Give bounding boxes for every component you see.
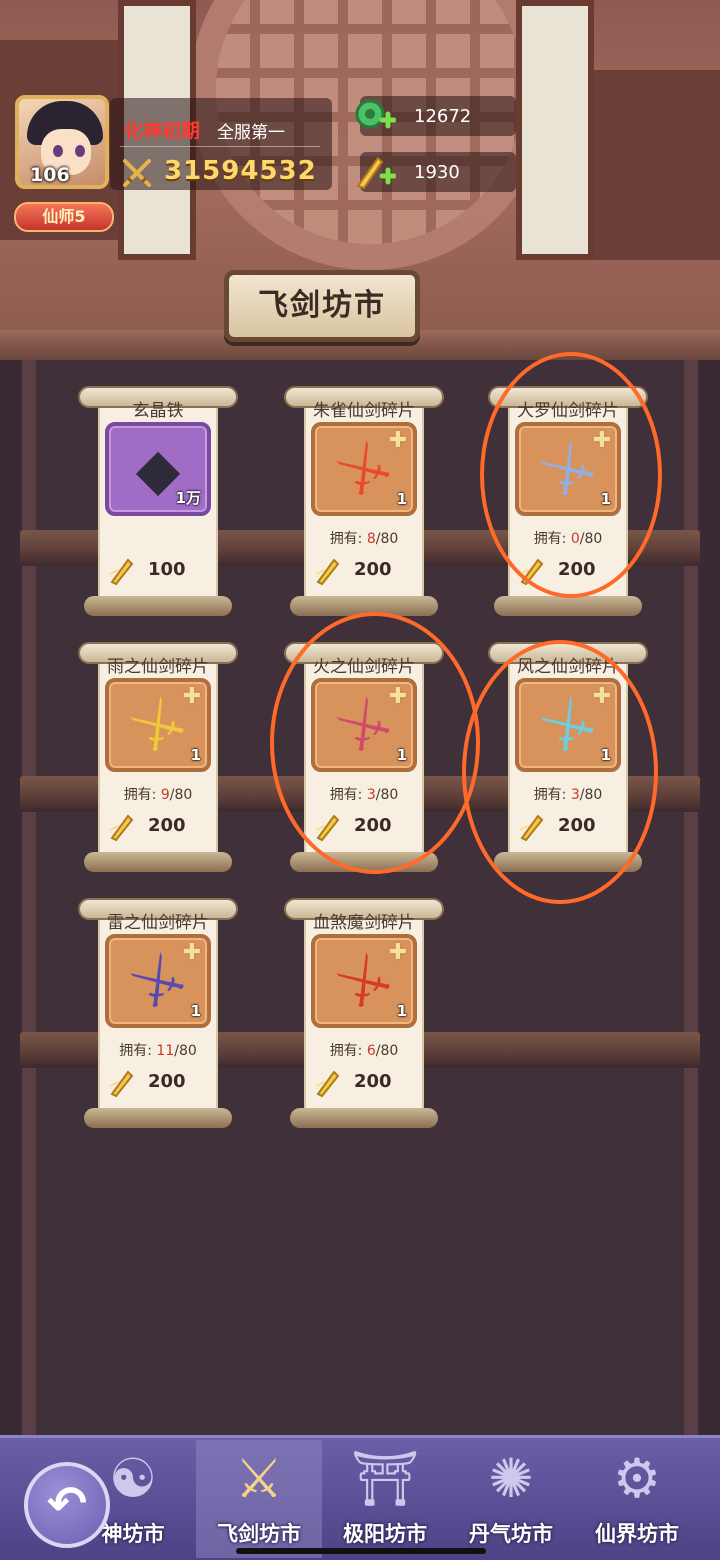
sword-currency-amount: 1930 — [414, 162, 460, 183]
shop-title: 飞剑坊市 — [258, 288, 386, 323]
item-quantity: 1 — [396, 1002, 407, 1020]
buy-price-button[interactable]: 200 — [314, 554, 414, 588]
rank-badge[interactable]: 仙师5 — [14, 202, 114, 232]
owned-label: 拥有: — [123, 787, 157, 803]
owned-max: /80 — [174, 1043, 197, 1059]
bookshelf-right — [590, 70, 720, 260]
info-divider — [120, 146, 320, 147]
item-icon-frame[interactable]: ⚔ ✚ 1 — [311, 422, 417, 516]
owned-value: 9 — [160, 787, 170, 803]
owned-max: /80 — [169, 787, 193, 803]
owned-count: 拥有: 6/80 — [284, 1040, 444, 1060]
shop-item-card[interactable]: 玄晶铁 ◆ 1万 100 — [78, 386, 238, 616]
scroll-roller-bottom — [494, 596, 642, 616]
item-name: 玄晶铁 — [132, 401, 184, 421]
owned-max: /80 — [375, 1043, 399, 1059]
annotation-circle — [270, 612, 480, 874]
shop-title-sign: 飞剑坊市 — [224, 270, 420, 342]
flying-sword-shop-icon: ⚔ — [234, 1447, 284, 1510]
tab-label: 极阳坊市 — [343, 1522, 427, 1546]
tab-label: 仙界坊市 — [595, 1522, 679, 1546]
crossed-swords-icon — [123, 159, 151, 187]
flying-sword-currency-plus-icon[interactable] — [352, 152, 396, 192]
pavilion-shop-icon: ⛩ — [350, 1447, 420, 1510]
flame-orb-shop-icon: ✺ — [488, 1447, 534, 1510]
hanging-scroll-right — [516, 0, 594, 260]
item-quantity: 1 — [190, 1002, 201, 1020]
owned-value: 11 — [156, 1043, 175, 1059]
flying-sword-currency-icon — [109, 814, 134, 842]
owned-count: 拥有: 11/80 — [78, 1040, 238, 1060]
item-name: 朱雀仙剑碎片 — [313, 401, 415, 421]
item-quantity: 1万 — [175, 489, 201, 507]
buy-price-button[interactable]: 200 — [108, 1066, 208, 1100]
buy-price-button[interactable]: 200 — [314, 1066, 414, 1100]
owned-label: 拥有: — [329, 1043, 363, 1059]
plus-badge-icon: ✚ — [182, 684, 202, 709]
back-arrow-icon: ↶ — [46, 1476, 88, 1532]
plus-badge-icon: ✚ — [388, 428, 408, 453]
owned-count: 拥有: 8/80 — [284, 528, 444, 548]
annotation-circle — [462, 640, 658, 904]
scroll-roller-bottom — [84, 596, 232, 616]
item-name: 雷之仙剑碎片 — [107, 913, 209, 933]
item-icon-frame[interactable]: ◆ 1万 — [105, 422, 211, 516]
item-icon-frame[interactable]: ⚔ ✚ 1 — [311, 934, 417, 1028]
avatar-eye — [75, 145, 85, 157]
shop-item-card[interactable]: 朱雀仙剑碎片 ⚔ ✚ 1 拥有: 8/80 200 — [284, 386, 444, 616]
item-price: 200 — [148, 1071, 186, 1092]
plus-badge-icon: ✚ — [388, 940, 408, 965]
tab-pavilion-shop[interactable]: ⛩ 极阳坊市 — [322, 1440, 448, 1558]
item-price: 100 — [148, 559, 186, 580]
player-level: 106 — [30, 164, 70, 186]
jade-coin-amount: 12672 — [414, 106, 472, 127]
flying-sword-currency-icon — [315, 1070, 340, 1098]
item-price: 200 — [354, 559, 392, 580]
item-price: 200 — [354, 1071, 392, 1092]
buy-price-button[interactable]: 100 — [108, 554, 208, 588]
owned-value: 8 — [366, 531, 376, 547]
server-rank-title: 全服第一 — [217, 123, 285, 143]
owned-count: 拥有: 9/80 — [78, 784, 238, 804]
combat-power: 31594532 — [164, 156, 317, 186]
shop-item-card[interactable]: 血煞魔剑碎片 ⚔ ✚ 1 拥有: 6/80 200 — [284, 898, 444, 1128]
owned-max: /80 — [375, 531, 399, 547]
scroll-roller-bottom — [84, 852, 232, 872]
owned-label: 拥有: — [329, 531, 363, 547]
tab-flame-orb-shop[interactable]: ✺ 丹气坊市 — [448, 1440, 574, 1558]
owned-label: 拥有: — [119, 1043, 152, 1059]
avatar-eye — [53, 145, 63, 157]
item-price: 200 — [148, 815, 186, 836]
item-quantity: 1 — [190, 746, 201, 764]
flying-sword-currency-icon — [109, 1070, 134, 1098]
shop-item-card[interactable]: 雷之仙剑碎片 ⚔ ✚ 1 拥有: 11/80 200 — [78, 898, 238, 1128]
plus-badge-icon: ✚ — [182, 940, 202, 965]
owned-value: 6 — [366, 1043, 376, 1059]
item-name: 血煞魔剑碎片 — [313, 913, 415, 933]
flying-sword-currency-icon — [315, 558, 340, 586]
cultivation-title: 化神初期 — [124, 120, 201, 142]
item-quantity: 1 — [396, 490, 407, 508]
tab-gear-shop[interactable]: ⚙ 仙界坊市 — [574, 1440, 700, 1558]
tab-flying-sword-shop[interactable]: ⚔ 飞剑坊市 — [196, 1440, 322, 1558]
item-icon-frame[interactable]: ⚔ ✚ 1 — [105, 678, 211, 772]
back-button[interactable]: ↶ — [24, 1462, 110, 1548]
flying-sword-currency-icon — [109, 558, 134, 586]
tab-label: 丹气坊市 — [469, 1522, 553, 1546]
annotation-circle — [480, 352, 662, 598]
item-name: 雨之仙剑碎片 — [107, 657, 209, 677]
item-icon-frame[interactable]: ⚔ ✚ 1 — [105, 934, 211, 1028]
home-indicator[interactable] — [236, 1548, 486, 1554]
tab-label: 飞剑坊市 — [217, 1522, 301, 1546]
scroll-roller-bottom — [84, 1108, 232, 1128]
shop-item-card[interactable]: 雨之仙剑碎片 ⚔ ✚ 1 拥有: 9/80 200 — [78, 642, 238, 872]
buy-price-button[interactable]: 200 — [108, 810, 208, 844]
jade-coin-plus-icon[interactable] — [352, 96, 396, 136]
gear-shop-icon: ⚙ — [612, 1447, 662, 1510]
scroll-roller-bottom — [290, 1108, 438, 1128]
